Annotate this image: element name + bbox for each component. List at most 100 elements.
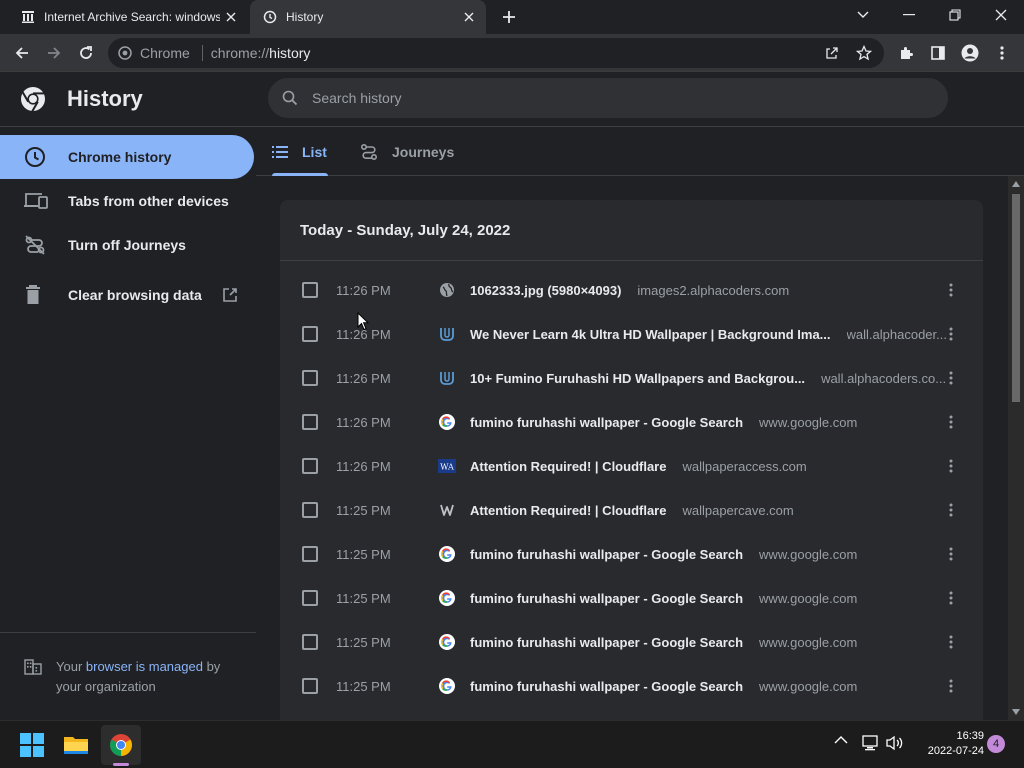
entry-domain[interactable]: wallpapercave.com — [682, 503, 793, 518]
more-actions-icon[interactable] — [941, 676, 961, 696]
entry-title[interactable]: fumino furuhashi wallpaper - Google Sear… — [470, 415, 743, 430]
entry-title[interactable]: 10+ Fumino Furuhashi HD Wallpapers and B… — [470, 371, 805, 386]
windows-start-icon[interactable] — [12, 725, 52, 765]
forward-icon[interactable] — [40, 39, 68, 67]
more-actions-icon[interactable] — [941, 632, 961, 652]
history-entry[interactable]: 11:25 PM fumino furuhashi wallpaper - Goo… — [280, 576, 983, 620]
more-actions-icon[interactable] — [941, 500, 961, 520]
history-entry[interactable]: 11:25 PM fumino furuhashi wallpaper - Goo… — [280, 620, 983, 664]
history-entry[interactable]: 11:25 PM fumino furuhashi wallpaper - Goo… — [280, 532, 983, 576]
bookmark-star-icon[interactable] — [852, 41, 876, 65]
list-icon — [272, 146, 288, 158]
reload-icon[interactable] — [72, 39, 100, 67]
entry-domain[interactable]: wall.alphacoder... — [847, 327, 947, 342]
taskbar-clock[interactable]: 16:39 2022-07-24 — [910, 729, 984, 759]
more-actions-icon[interactable] — [941, 324, 961, 344]
entry-domain[interactable]: www.google.com — [759, 591, 857, 606]
file-explorer-icon[interactable] — [56, 725, 96, 765]
restore-icon[interactable] — [932, 0, 978, 30]
tab-journeys[interactable]: Journeys — [360, 128, 454, 176]
history-entry[interactable]: 11:26 PM fumino furuhashi wallpaper - Goo… — [280, 400, 983, 444]
entry-domain[interactable]: images2.alphacoders.com — [637, 283, 789, 298]
page-header: History — [0, 72, 1024, 127]
network-icon[interactable] — [862, 735, 880, 751]
managed-link[interactable]: browser is managed — [86, 659, 203, 674]
entry-checkbox[interactable] — [302, 326, 318, 342]
entry-checkbox[interactable] — [302, 282, 318, 298]
search-bar[interactable] — [268, 78, 948, 118]
page-scrollbar[interactable] — [1008, 176, 1024, 720]
entry-title[interactable]: fumino furuhashi wallpaper - Google Sear… — [470, 635, 743, 650]
entry-title[interactable]: fumino furuhashi wallpaper - Google Sear… — [470, 547, 743, 562]
sidebar-item-tabs-other-devices[interactable]: Tabs from other devices — [0, 179, 254, 223]
entry-time: 11:26 PM — [336, 414, 391, 430]
history-entry[interactable]: 11:26 PM WA Attention Required! | Cloudfla… — [280, 444, 983, 488]
tab-search-chevron-icon[interactable] — [840, 0, 886, 30]
entry-checkbox[interactable] — [302, 370, 318, 386]
entry-checkbox[interactable] — [302, 590, 318, 606]
notification-badge[interactable]: 4 — [987, 735, 1005, 753]
entry-domain[interactable]: www.google.com — [759, 415, 857, 430]
history-entry[interactable]: 11:26 PM 10+ Fumino Furuhashi HD Wallpape… — [280, 356, 983, 400]
extensions-icon[interactable] — [892, 39, 920, 67]
entry-title[interactable]: fumino furuhashi wallpaper - Google Sear… — [470, 679, 743, 694]
sidebar-item-clear-browsing-data[interactable]: Clear browsing data — [0, 273, 254, 317]
minimize-icon[interactable] — [886, 0, 932, 30]
alphacoders-favicon-icon — [438, 369, 456, 387]
entry-title[interactable]: Attention Required! | Cloudflare — [470, 503, 666, 518]
tab-list[interactable]: List — [272, 128, 327, 176]
show-hidden-icons-chevron-icon[interactable] — [834, 735, 848, 745]
scroll-up-arrow-icon[interactable] — [1012, 181, 1020, 187]
chrome-chip-label: Chrome — [140, 45, 190, 61]
scroll-down-arrow-icon[interactable] — [1012, 709, 1020, 715]
sidebar-item-chrome-history[interactable]: Chrome history — [0, 135, 254, 179]
volume-icon[interactable] — [886, 735, 904, 751]
profile-icon[interactable] — [956, 39, 984, 67]
more-actions-icon[interactable] — [941, 456, 961, 476]
entry-domain[interactable]: www.google.com — [759, 679, 857, 694]
history-entry[interactable]: 11:26 PM We Never Learn 4k Ultra HD Wallp… — [280, 312, 983, 356]
entry-domain[interactable]: www.google.com — [759, 547, 857, 562]
close-window-icon[interactable] — [978, 0, 1024, 30]
more-actions-icon[interactable] — [941, 280, 961, 300]
side-panel-icon[interactable] — [924, 39, 952, 67]
chrome-taskbar-icon[interactable] — [101, 725, 141, 765]
history-entry[interactable]: 11:25 PM fumino furuhashi wallpaper - Goo… — [280, 664, 983, 708]
history-entry[interactable]: 11:25 PM Attention Required! | Cloudflare… — [280, 488, 983, 532]
close-tab-icon[interactable] — [220, 6, 242, 28]
entry-title[interactable]: fumino furuhashi wallpaper - Google Sear… — [470, 591, 743, 606]
more-actions-icon[interactable] — [941, 588, 961, 608]
chrome-chip[interactable]: Chrome — [108, 45, 198, 61]
address-bar[interactable]: Chrome chrome://history — [108, 38, 884, 68]
new-tab-button[interactable] — [496, 5, 522, 29]
search-input[interactable] — [312, 90, 948, 106]
entry-checkbox[interactable] — [302, 414, 318, 430]
entry-title[interactable]: Attention Required! | Cloudflare — [470, 459, 666, 474]
entry-checkbox[interactable] — [302, 678, 318, 694]
more-actions-icon[interactable] — [941, 544, 961, 564]
entry-domain[interactable]: wallpaperaccess.com — [682, 459, 806, 474]
entry-checkbox[interactable] — [302, 546, 318, 562]
managed-prefix: Your — [56, 659, 86, 674]
open-in-new-icon — [222, 287, 238, 303]
entry-title[interactable]: 1062333.jpg (5980×4093) — [470, 283, 621, 298]
history-entry[interactable]: 11:26 PM 1062333.jpg (5980×4093) images2.a… — [280, 268, 983, 312]
entry-checkbox[interactable] — [302, 634, 318, 650]
archive-icon — [20, 9, 36, 25]
entry-checkbox[interactable] — [302, 502, 318, 518]
tab-internet-archive[interactable]: Internet Archive Search: windows — [8, 0, 248, 34]
entry-domain[interactable]: www.google.com — [759, 635, 857, 650]
entry-title[interactable]: We Never Learn 4k Ultra HD Wallpaper | B… — [470, 327, 831, 342]
scrollbar-thumb[interactable] — [1012, 194, 1020, 402]
tab-history[interactable]: History — [250, 0, 486, 34]
sidebar-item-turn-off-journeys[interactable]: Turn off Journeys — [0, 223, 254, 267]
more-actions-icon[interactable] — [941, 412, 961, 432]
more-actions-icon[interactable] — [941, 368, 961, 388]
back-icon[interactable] — [8, 39, 36, 67]
close-tab-icon[interactable] — [458, 6, 480, 28]
entry-checkbox[interactable] — [302, 458, 318, 474]
trash-icon — [0, 284, 68, 306]
entry-domain[interactable]: wall.alphacoders.co... — [821, 371, 946, 386]
menu-kebab-icon[interactable] — [988, 39, 1016, 67]
share-icon[interactable] — [820, 41, 844, 65]
